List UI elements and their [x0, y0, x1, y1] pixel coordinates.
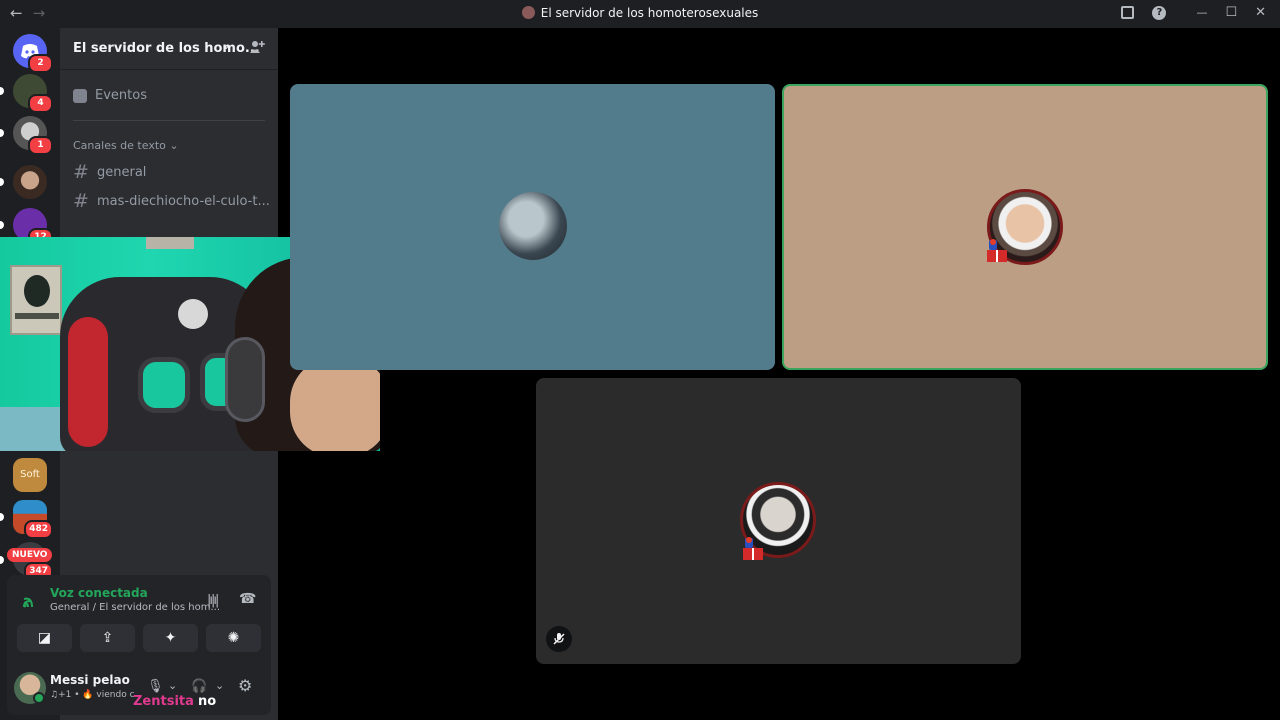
mention-badge: 4	[28, 94, 53, 113]
mention-badge: 1	[28, 136, 53, 155]
microphone-icon[interactable]: 🎙	[147, 679, 164, 694]
stream-caption-name: Zentsita	[133, 694, 194, 709]
avatar	[499, 192, 567, 260]
headset	[225, 337, 265, 422]
new-badge: NUEVO	[7, 548, 53, 562]
unread-pill	[0, 221, 4, 229]
guild-icon[interactable]: 1	[0, 116, 53, 155]
participant-tile[interactable]	[290, 84, 775, 370]
signal-icon	[23, 597, 33, 608]
wall-sign	[146, 237, 194, 249]
help-icon[interactable]: ?	[1152, 5, 1167, 20]
chevron-down-icon: ⌄	[221, 38, 232, 52]
participant-tile-speaking[interactable]	[782, 84, 1268, 370]
guild-icon[interactable]: 4	[0, 74, 53, 113]
voice-buttons: ◪ ⇪ ✦ ✺	[17, 624, 261, 652]
server-icon	[521, 6, 535, 19]
channel-label: general	[97, 164, 147, 180]
unread-pill	[0, 556, 4, 564]
chevron-down-icon[interactable]: ⌄	[168, 679, 177, 692]
server-header[interactable]: El servidor de los homo... ⌄	[60, 28, 278, 70]
screen-share-button[interactable]: ⇪	[80, 624, 135, 652]
online-status-icon	[33, 692, 45, 704]
minimize-button[interactable]: —	[1196, 6, 1207, 19]
activities-button[interactable]: ✦	[143, 624, 198, 652]
guild-icon[interactable]	[0, 165, 47, 199]
events-label: Eventos	[95, 88, 147, 103]
events-item[interactable]: Eventos	[73, 88, 147, 103]
username: Messi pelao	[50, 673, 130, 687]
muted-mic-icon	[546, 626, 572, 652]
hash-icon: #	[73, 161, 89, 183]
window-title: El servidor de los homoterosexuales	[0, 6, 1280, 20]
guild-icon[interactable]: Soft	[13, 458, 47, 492]
close-button[interactable]: ✕	[1255, 5, 1266, 20]
streamer-face	[290, 357, 380, 451]
title-bar: ← → El servidor de los homoterosexuales …	[0, 0, 1280, 28]
chevron-down-icon[interactable]: ⌄	[215, 679, 224, 692]
user-activity: ♫+1 • 🔥 viendo c	[50, 690, 135, 700]
hash-icon: #	[73, 190, 89, 212]
calendar-icon	[73, 88, 87, 103]
server-name: El servidor de los homo...	[73, 41, 260, 56]
channel-general[interactable]: # general	[73, 161, 146, 183]
settings-gear-icon[interactable]: ⚙	[238, 676, 252, 695]
chevron-down-icon: ⌄	[169, 139, 179, 152]
voice-channel[interactable]: General / El servidor de los hom...	[50, 602, 220, 613]
divider	[73, 120, 265, 121]
mention-badge: 482	[24, 520, 53, 539]
guild-icon[interactable]: 482	[0, 500, 53, 539]
wall-poster	[10, 265, 62, 335]
gift-decoration-icon	[743, 537, 763, 560]
camera-off-button[interactable]: ◪	[17, 624, 72, 652]
maximize-button[interactable]: ☐	[1225, 5, 1237, 20]
inbox-icon[interactable]	[1121, 6, 1135, 19]
channel-mas-diechiocho[interactable]: # mas-diechiocho-el-culo-t...	[73, 190, 270, 212]
channel-label: mas-diechiocho-el-culo-t...	[97, 193, 270, 209]
unread-pill	[0, 178, 4, 186]
category-label: Canales de texto	[73, 139, 166, 152]
discord-home-icon[interactable]: 2	[13, 34, 53, 73]
noise-suppression-icon[interactable]: |ı|ı|	[207, 593, 219, 608]
soundboard-button[interactable]: ✺	[206, 624, 261, 652]
participant-tile[interactable]	[536, 378, 1021, 664]
mention-badge: 2	[28, 54, 53, 73]
category-text-channels[interactable]: Canales de texto ⌄	[73, 139, 179, 152]
unread-pill	[0, 87, 4, 95]
unread-pill	[0, 513, 4, 521]
window-title-text: El servidor de los homoterosexuales	[540, 6, 759, 20]
window-controls: ? — ☐ ✕	[1121, 5, 1266, 20]
unread-pill	[0, 129, 4, 137]
stream-caption-text: no	[198, 694, 217, 709]
voice-status[interactable]: Voz conectada	[50, 586, 148, 600]
add-member-icon[interactable]	[249, 39, 265, 55]
disconnect-icon[interactable]: ☎	[239, 591, 256, 607]
headset-icon[interactable]: 🎧	[191, 679, 207, 694]
guild-label: Soft	[20, 469, 40, 480]
gift-decoration-icon	[987, 239, 1007, 262]
